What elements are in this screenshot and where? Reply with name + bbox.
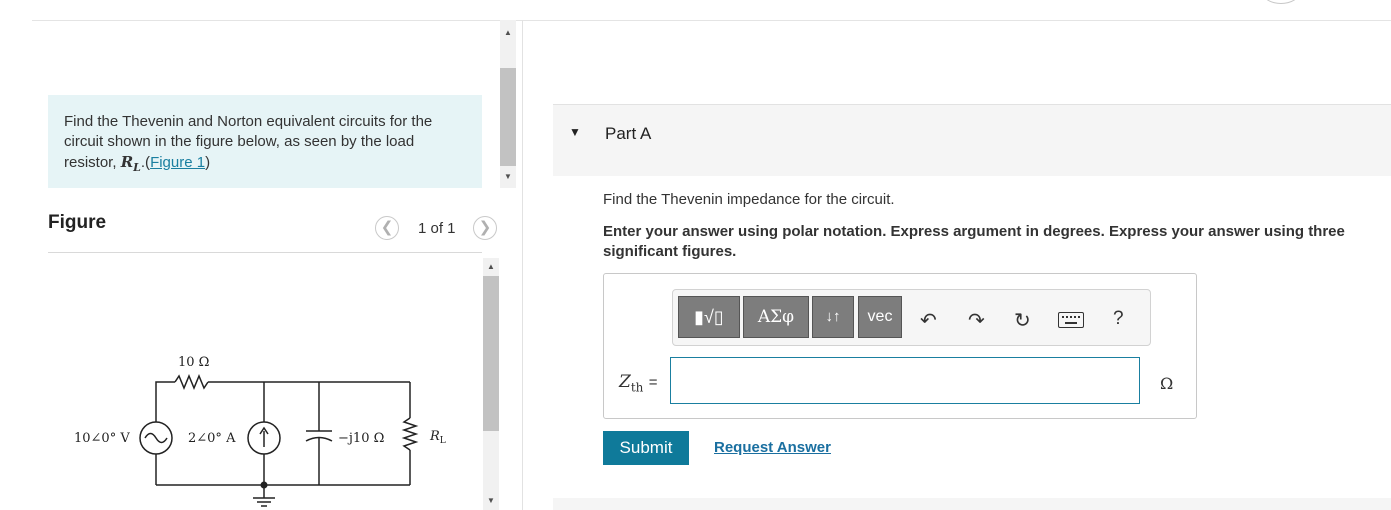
scroll-down-icon[interactable]: ▼	[483, 494, 499, 508]
help-icon[interactable]: ?	[1113, 308, 1124, 330]
wire-top-left	[155, 381, 175, 386]
triangle-down-icon[interactable]: ▼	[569, 125, 581, 139]
load-label: RL	[429, 429, 446, 446]
vector-button[interactable]: vec	[858, 296, 902, 338]
scroll-up-icon[interactable]: ▲	[500, 26, 516, 40]
prev-figure-button[interactable]: ❮	[375, 216, 399, 240]
figure-title: Figure	[48, 212, 107, 233]
problem-statement: Find the Thevenin and Norton equivalent …	[48, 95, 482, 188]
panel-divider	[522, 20, 523, 510]
submit-button[interactable]: Submit	[603, 431, 689, 465]
load-resistor-symbol: RL	[120, 153, 141, 174]
voltage-source-label: 10∠0° V	[74, 431, 130, 446]
scroll-down-icon[interactable]: ▼	[500, 170, 516, 184]
arrows-icon: ↓↑	[825, 308, 841, 325]
reset-icon[interactable]: ↻	[1014, 308, 1031, 333]
chevron-left-icon: ❮	[380, 219, 394, 236]
part-title[interactable]: Part A	[605, 124, 651, 144]
problem-text: Find the Thevenin and Norton equivalent …	[64, 113, 433, 171]
current-source-label: 2∠0° A	[188, 431, 236, 446]
problem-scrollbar[interactable]: ▲ ▼	[500, 20, 516, 188]
node-dot	[260, 481, 268, 489]
answer-label: Zth =	[619, 372, 658, 395]
part-header[interactable]	[553, 104, 1391, 176]
arrows-button[interactable]: ↓↑	[812, 296, 854, 338]
undo-icon[interactable]: ↶	[920, 308, 937, 333]
resistor-label: 10 Ω	[178, 355, 209, 370]
templates-button[interactable]: ▮√▯	[678, 296, 740, 338]
next-figure-button[interactable]: ❯	[473, 216, 497, 240]
figure-scroll-thumb[interactable]	[483, 276, 499, 431]
sine-icon	[144, 432, 168, 444]
capacitor-label: −j10 Ω	[338, 431, 384, 446]
answer-input[interactable]	[670, 357, 1140, 404]
radical-template-icon: ▮√▯	[694, 307, 724, 327]
circuit-figure: 10 Ω 10∠0° V 2∠0° A −j10 Ω RL	[74, 355, 446, 507]
figure-link[interactable]: Figure 1	[150, 154, 205, 171]
header-control[interactable]	[1262, 0, 1300, 4]
request-answer-link[interactable]: Request Answer	[714, 439, 831, 456]
answer-instructions: Enter your answer using polar notation. …	[603, 223, 1345, 260]
greek-symbols-button[interactable]: ΑΣφ	[743, 296, 809, 338]
chevron-right-icon: ❯	[478, 219, 492, 236]
next-part-header[interactable]	[553, 498, 1391, 510]
question-text: Find the Thevenin impedance for the circ…	[603, 191, 895, 208]
figure-counter: 1 of 1	[418, 220, 456, 237]
figure-scrollbar[interactable]: ▲ ▼	[483, 258, 499, 510]
figure-divider	[48, 252, 482, 253]
unit-label: Ω	[1160, 374, 1174, 393]
keyboard-icon[interactable]	[1058, 312, 1084, 328]
top-divider	[32, 20, 1391, 21]
resistor-10-ohm	[174, 374, 209, 390]
scroll-up-icon[interactable]: ▲	[483, 260, 499, 274]
problem-scroll-thumb[interactable]	[500, 68, 516, 166]
load-resistor	[401, 417, 419, 451]
redo-icon[interactable]: ↷	[968, 308, 985, 333]
